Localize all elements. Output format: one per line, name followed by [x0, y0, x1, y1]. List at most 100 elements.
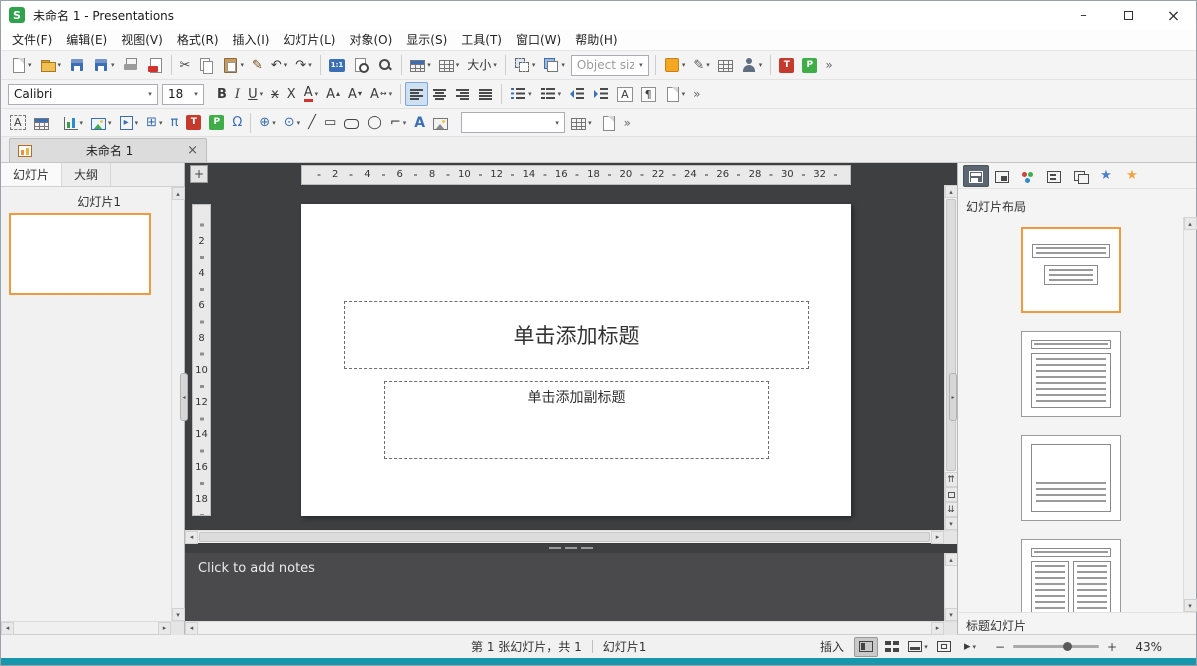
sidebar-animations[interactable]: ★	[1093, 165, 1119, 187]
paste[interactable]: ▾	[218, 53, 248, 77]
slide-design[interactable]	[596, 111, 620, 135]
redo-dropdown-icon[interactable]: ▾	[308, 61, 312, 69]
canvas-hscroll-track[interactable]	[198, 531, 931, 543]
tab-slides[interactable]: 幻灯片	[1, 163, 63, 186]
scroll-right-icon[interactable]: ▸	[931, 621, 944, 635]
insert-text-frame[interactable]: A	[6, 111, 30, 135]
object-size-combo-dropdown-icon[interactable]: ▾	[634, 61, 648, 69]
char-spacing-dropdown-icon[interactable]: ▾	[389, 90, 393, 98]
maximize-button[interactable]	[1106, 1, 1151, 29]
layout-thumb-bottom[interactable]	[1020, 435, 1121, 521]
print[interactable]	[119, 53, 143, 77]
highlight-color[interactable]: ▾	[660, 53, 690, 77]
slide[interactable]: 单击添加标题 单击添加副标题	[301, 204, 851, 516]
zoom-out-icon[interactable]: −	[992, 640, 1008, 654]
scroll-thumb[interactable]	[199, 532, 930, 542]
numbered-list[interactable]: ▾	[536, 82, 566, 106]
view-notes-dropdown-icon[interactable]: ▾	[924, 643, 928, 651]
decrease-indent[interactable]	[565, 82, 589, 106]
draw-connector[interactable]: ⌐ ▾	[386, 111, 410, 135]
object-list-dropdown-icon[interactable]: ▾	[550, 119, 564, 127]
scroll-right-icon[interactable]: ▸	[158, 621, 171, 635]
format-toolbar-overflow[interactable]: »	[689, 82, 704, 106]
align-justify[interactable]	[474, 82, 497, 106]
zoom-level[interactable]: 43%	[1120, 640, 1162, 654]
numbered-list-dropdown-icon[interactable]: ▾	[558, 90, 562, 98]
menu-item[interactable]: 编辑(E)	[59, 29, 114, 50]
scroll-left-icon[interactable]: ◂	[1, 621, 14, 635]
document-tab-close-icon[interactable]: ×	[187, 144, 198, 157]
draw-line[interactable]: ╱	[304, 111, 320, 135]
scroll-up-icon[interactable]: ▴	[171, 187, 185, 200]
horizontal-ruler-band[interactable]: 2 4 6 8 10 12 14 16 18 20 22 24 26 28 30 32	[301, 165, 851, 185]
previous-slide-icon[interactable]: ⇈	[944, 472, 958, 487]
insert-picture-dropdown-icon[interactable]: ▾	[108, 119, 112, 127]
planmaker[interactable]: P	[798, 53, 821, 77]
zoom-slider-handle[interactable]	[1062, 642, 1072, 651]
scroll-up-icon[interactable]: ▴	[944, 185, 958, 198]
insert-media-dropdown-icon[interactable]: ▾	[135, 119, 139, 127]
object-list[interactable]: ▾	[461, 112, 566, 133]
insert-symbol[interactable]: Ω	[228, 111, 246, 135]
sidebar-transitions[interactable]	[1067, 165, 1093, 187]
scroll-left-icon[interactable]: ◂	[185, 621, 198, 635]
copy[interactable]	[194, 53, 218, 77]
collapse-right-panel-icon[interactable]: ▸	[949, 373, 957, 421]
view-slide-sorter[interactable]	[880, 637, 904, 657]
view-handout[interactable]	[932, 637, 956, 657]
grid-guides[interactable]: ▾	[567, 111, 596, 135]
user-data-dropdown-icon[interactable]: ▾	[759, 61, 763, 69]
scroll-down-icon[interactable]: ▾	[944, 517, 958, 530]
insert-object-grid[interactable]: ▾	[435, 53, 464, 77]
draw-ellipse[interactable]: ◯	[363, 111, 386, 135]
open-document-dropdown-icon[interactable]: ▾	[58, 61, 62, 69]
scroll-down-icon[interactable]: ▾	[1183, 599, 1197, 612]
menu-item[interactable]: 显示(S)	[399, 29, 454, 50]
export-pdf[interactable]	[143, 53, 167, 77]
save-as-dropdown-icon[interactable]: ▾	[111, 61, 115, 69]
start-presentation[interactable]: ▸ ▾	[958, 637, 982, 657]
increase-indent[interactable]	[589, 82, 613, 106]
draw-freehand-dropdown-icon[interactable]: ▾	[706, 61, 710, 69]
standard-toolbar-overflow[interactable]: »	[821, 53, 836, 77]
format-painter[interactable]: ✎	[248, 53, 267, 77]
insert-mode-indicator[interactable]: 插入	[820, 638, 844, 655]
slide-thumbnail[interactable]	[9, 213, 151, 295]
grid-guides-dropdown-icon[interactable]: ▾	[588, 119, 592, 127]
font-name[interactable]: Calibri ▾	[8, 83, 158, 105]
menu-item[interactable]: 视图(V)	[114, 29, 170, 50]
slide-navigator-icon[interactable]	[944, 487, 958, 502]
insert-table[interactable]: ▾	[406, 53, 435, 77]
menu-item[interactable]: 插入(I)	[226, 29, 277, 50]
align-right[interactable]	[451, 82, 474, 106]
zoom-page[interactable]	[349, 53, 373, 77]
notes-editor[interactable]: Click to add notes	[185, 553, 944, 621]
paragraph-format[interactable]: ¶	[637, 82, 660, 106]
textmaker[interactable]: T	[775, 53, 798, 77]
next-slide-icon[interactable]: ⇊	[944, 502, 958, 517]
group-objects-dropdown-icon[interactable]: ▾	[532, 61, 536, 69]
menu-item[interactable]: 对象(O)	[342, 29, 399, 50]
draw-freehand[interactable]: ✎ ▾	[689, 53, 713, 77]
scroll-thumb[interactable]	[946, 199, 956, 471]
slides-panel-hscroll-track[interactable]	[14, 622, 158, 634]
scroll-down-icon[interactable]: ▾	[171, 608, 185, 621]
menu-item[interactable]: 格式(R)	[170, 29, 226, 50]
insert-table[interactable]	[30, 111, 53, 135]
font-size-dropdown-icon[interactable]: ▾	[189, 90, 203, 98]
user-data[interactable]: ▾	[737, 53, 767, 77]
font-color[interactable]: A ▾	[300, 82, 322, 106]
object-size-combo[interactable]: Object size▾	[570, 54, 649, 76]
close-button[interactable]: ×	[1151, 1, 1196, 29]
paste-dropdown-icon[interactable]: ▾	[240, 61, 244, 69]
layout-thumb-title[interactable]	[1020, 227, 1121, 313]
tab-outline[interactable]: 大纲	[62, 163, 112, 186]
insert-textmaker-object[interactable]: T	[182, 111, 205, 135]
scroll-right-icon[interactable]: ▸	[931, 530, 944, 544]
page-setup-dropdown-icon[interactable]: ▾	[682, 90, 686, 98]
insert-table-dropdown-icon[interactable]: ▾	[427, 61, 431, 69]
insert-chart[interactable]: ▾	[60, 111, 88, 135]
insert-ole-object-dropdown-icon[interactable]: ▾	[159, 119, 163, 127]
search[interactable]	[373, 53, 397, 77]
insert-picture[interactable]: ▾	[87, 111, 116, 135]
